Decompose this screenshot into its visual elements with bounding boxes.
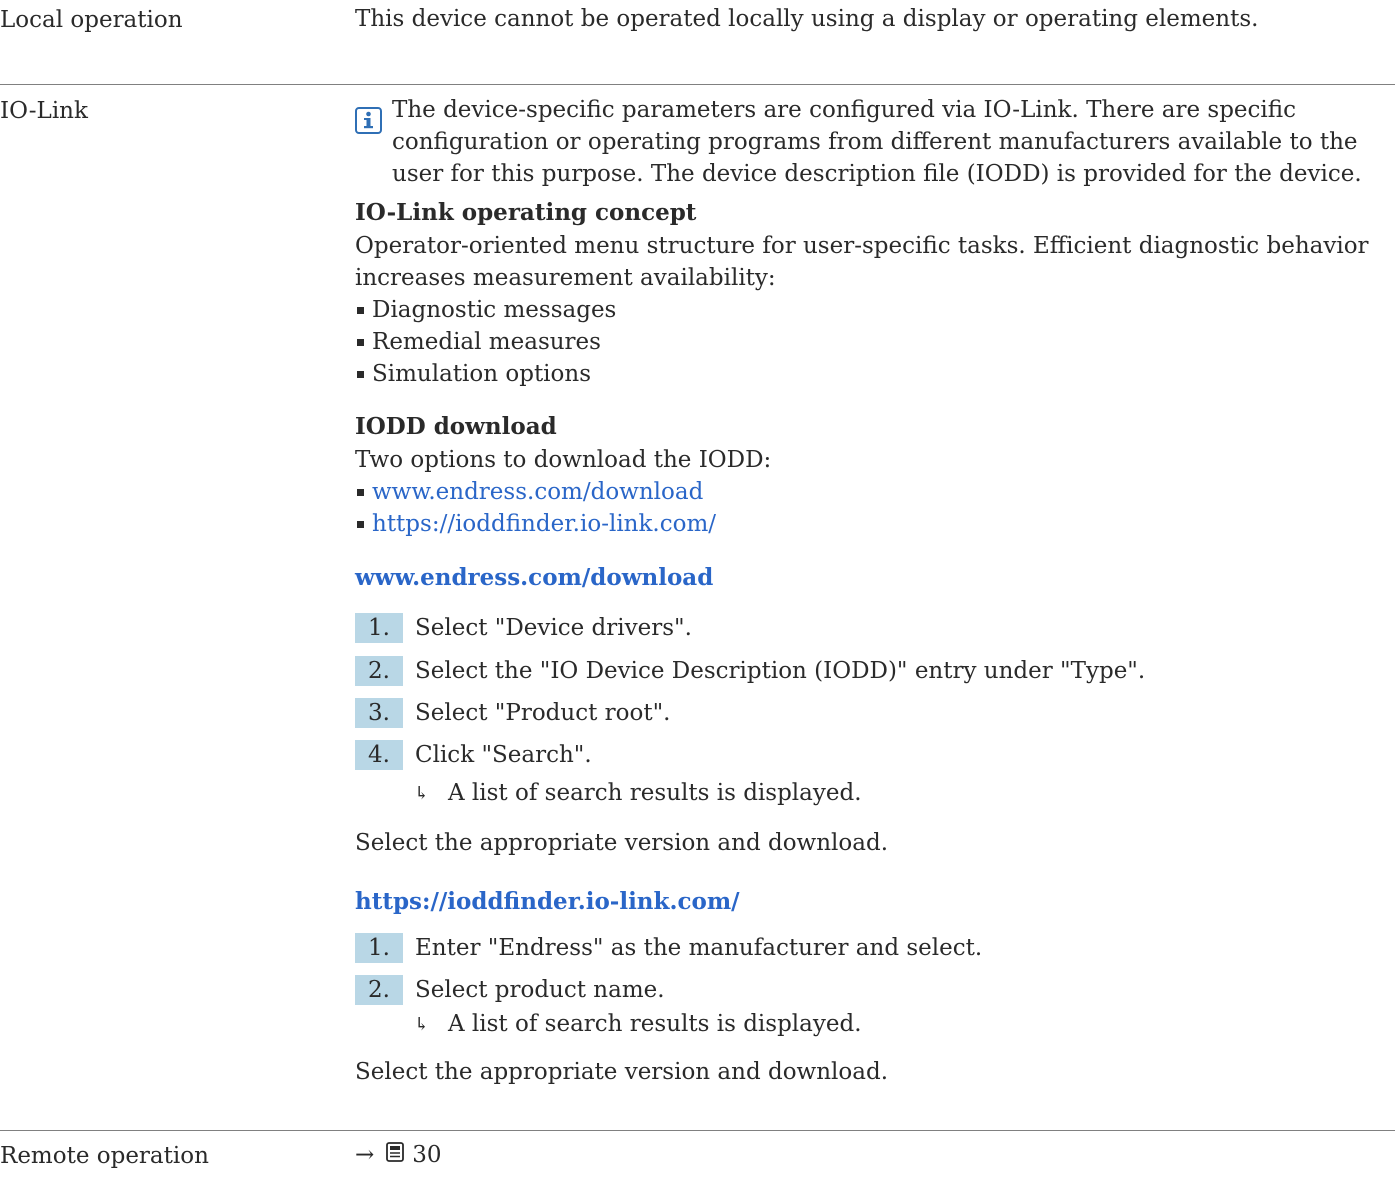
- desc-line: increases measurement availability:: [355, 265, 776, 291]
- list-item: www.endress.com/download: [355, 476, 771, 508]
- local-operation-label: Local operation: [0, 7, 183, 33]
- step-text: Select product name.: [415, 977, 665, 1003]
- ioddfinder-section-heading[interactable]: https://ioddfinder.io-link.com/: [355, 886, 740, 918]
- result-arrow-icon: ↳: [414, 782, 430, 804]
- finder-conclusion: Select the appropriate version and downl…: [355, 1059, 889, 1085]
- reference-arrow-icon: →: [355, 1142, 375, 1168]
- download-intro: Two options to download the IODD:: [355, 447, 772, 473]
- step-number: 1.: [355, 933, 403, 963]
- result-arrow-icon: ↳: [414, 1013, 430, 1035]
- desc-line: Operator-oriented menu structure for use…: [355, 233, 1369, 259]
- divider: [0, 1130, 1395, 1131]
- info-icon: [355, 107, 382, 134]
- result-text: A list of search results is displayed.: [448, 780, 862, 806]
- step-result: ↳ A list of search results is displayed.: [414, 1008, 862, 1040]
- bullet-icon: [357, 338, 364, 346]
- iodd-download-heading: IODD download: [355, 413, 557, 440]
- endress-download-link[interactable]: www.endress.com/download: [372, 476, 703, 508]
- step-text: Enter "Endress" as the manufacturer and …: [415, 935, 983, 961]
- page-icon: [386, 1139, 405, 1171]
- page-reference[interactable]: → 30: [355, 1139, 442, 1171]
- list-item: https://ioddfinder.io-link.com/: [355, 508, 771, 540]
- remote-operation-label: Remote operation: [0, 1143, 209, 1169]
- bullet-icon: [357, 488, 364, 496]
- list-item: Remedial measures: [355, 326, 1369, 358]
- step-item: 2. Select product name.: [355, 974, 665, 1006]
- step-item: 4. Click "Search".: [355, 739, 592, 771]
- ioddfinder-link[interactable]: https://ioddfinder.io-link.com/: [372, 508, 716, 540]
- step-item: 3. Select "Product root".: [355, 697, 670, 729]
- endress-conclusion: Select the appropriate version and downl…: [355, 830, 889, 856]
- bullet-icon: [357, 370, 364, 378]
- note-line: user for this purpose. The device descri…: [392, 161, 1362, 187]
- io-link-label: IO-Link: [0, 98, 88, 124]
- step-item: 1. Select "Device drivers".: [355, 612, 692, 644]
- step-number: 3.: [355, 698, 403, 728]
- step-text: Select "Product root".: [415, 700, 671, 726]
- list-item: Diagnostic messages: [355, 294, 1369, 326]
- step-number: 2.: [355, 656, 403, 686]
- note-line: configuration or operating programs from…: [392, 129, 1358, 155]
- step-item: 1. Enter "Endress" as the manufacturer an…: [355, 932, 982, 964]
- endress-section-heading[interactable]: www.endress.com/download: [355, 562, 713, 594]
- step-number: 2.: [355, 975, 403, 1005]
- bullet-icon: [357, 520, 364, 528]
- step-item: 2. Select the "IO Device Description (IOD…: [355, 655, 1145, 687]
- step-text: Click "Search".: [415, 742, 592, 768]
- step-text: Select "Device drivers".: [415, 615, 692, 641]
- concept-description: Operator-oriented menu structure for use…: [355, 230, 1369, 390]
- result-text: A list of search results is displayed.: [448, 1011, 862, 1037]
- list-item: Simulation options: [355, 358, 1369, 390]
- io-link-note: The device-specific parameters are confi…: [392, 94, 1362, 190]
- note-line: The device-specific parameters are confi…: [392, 97, 1296, 123]
- local-operation-text: This device cannot be operated locally u…: [355, 6, 1259, 32]
- divider: [0, 84, 1395, 85]
- step-result: ↳ A list of search results is displayed.: [414, 777, 862, 809]
- bullet-icon: [357, 306, 364, 314]
- iodd-download-options: Two options to download the IODD: www.en…: [355, 444, 771, 540]
- step-text: Select the "IO Device Description (IODD)…: [415, 658, 1146, 684]
- page-number: 30: [412, 1142, 442, 1168]
- step-number: 1.: [355, 613, 403, 643]
- step-number: 4.: [355, 740, 403, 770]
- concept-heading: IO-Link operating concept: [355, 199, 697, 226]
